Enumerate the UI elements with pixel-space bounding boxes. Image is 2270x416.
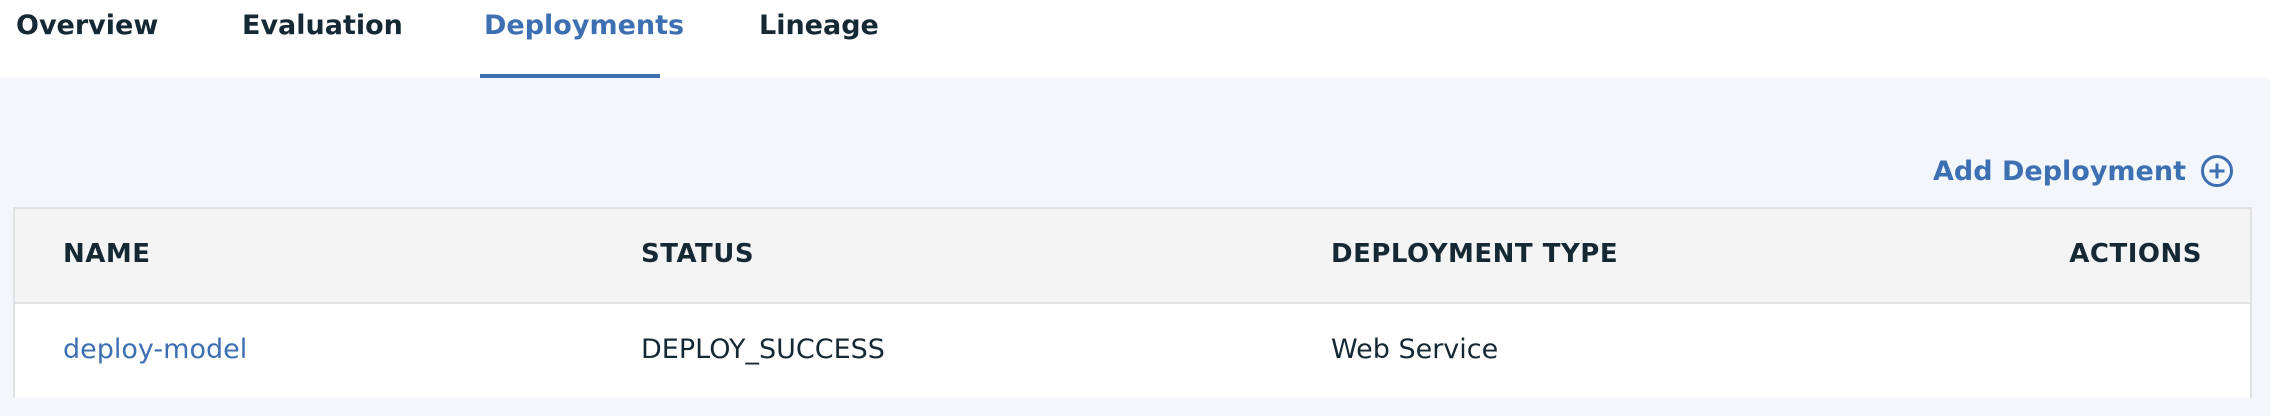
tab-overview[interactable]: Overview (16, 0, 158, 78)
tab-bar: Overview Evaluation Deployments Lineage (0, 0, 2270, 78)
deployment-name-link[interactable]: deploy-model (63, 334, 247, 365)
deployments-table: NAME STATUS DEPLOYMENT TYPE ACTIONS depl… (13, 207, 2252, 398)
table-row: deploy-model DEPLOY_SUCCESS Web Service (15, 304, 2250, 398)
tab-evaluation[interactable]: Evaluation (242, 0, 403, 78)
plus-circle-icon (2200, 154, 2234, 188)
add-deployment-button[interactable]: Add Deployment (1933, 152, 2234, 190)
deployment-type: Web Service (1331, 334, 1499, 365)
column-header-actions: ACTIONS (2069, 239, 2202, 269)
add-deployment-label: Add Deployment (1933, 155, 2186, 187)
deployment-status: DEPLOY_SUCCESS (641, 334, 885, 365)
tab-lineage[interactable]: Lineage (759, 0, 879, 78)
tab-deployments[interactable]: Deployments (484, 0, 684, 78)
active-tab-indicator (480, 74, 660, 78)
column-header-name: NAME (63, 239, 151, 269)
table-header: NAME STATUS DEPLOYMENT TYPE ACTIONS (15, 209, 2250, 304)
column-header-status: STATUS (641, 239, 755, 269)
column-header-deployment-type: DEPLOYMENT TYPE (1331, 239, 1619, 269)
